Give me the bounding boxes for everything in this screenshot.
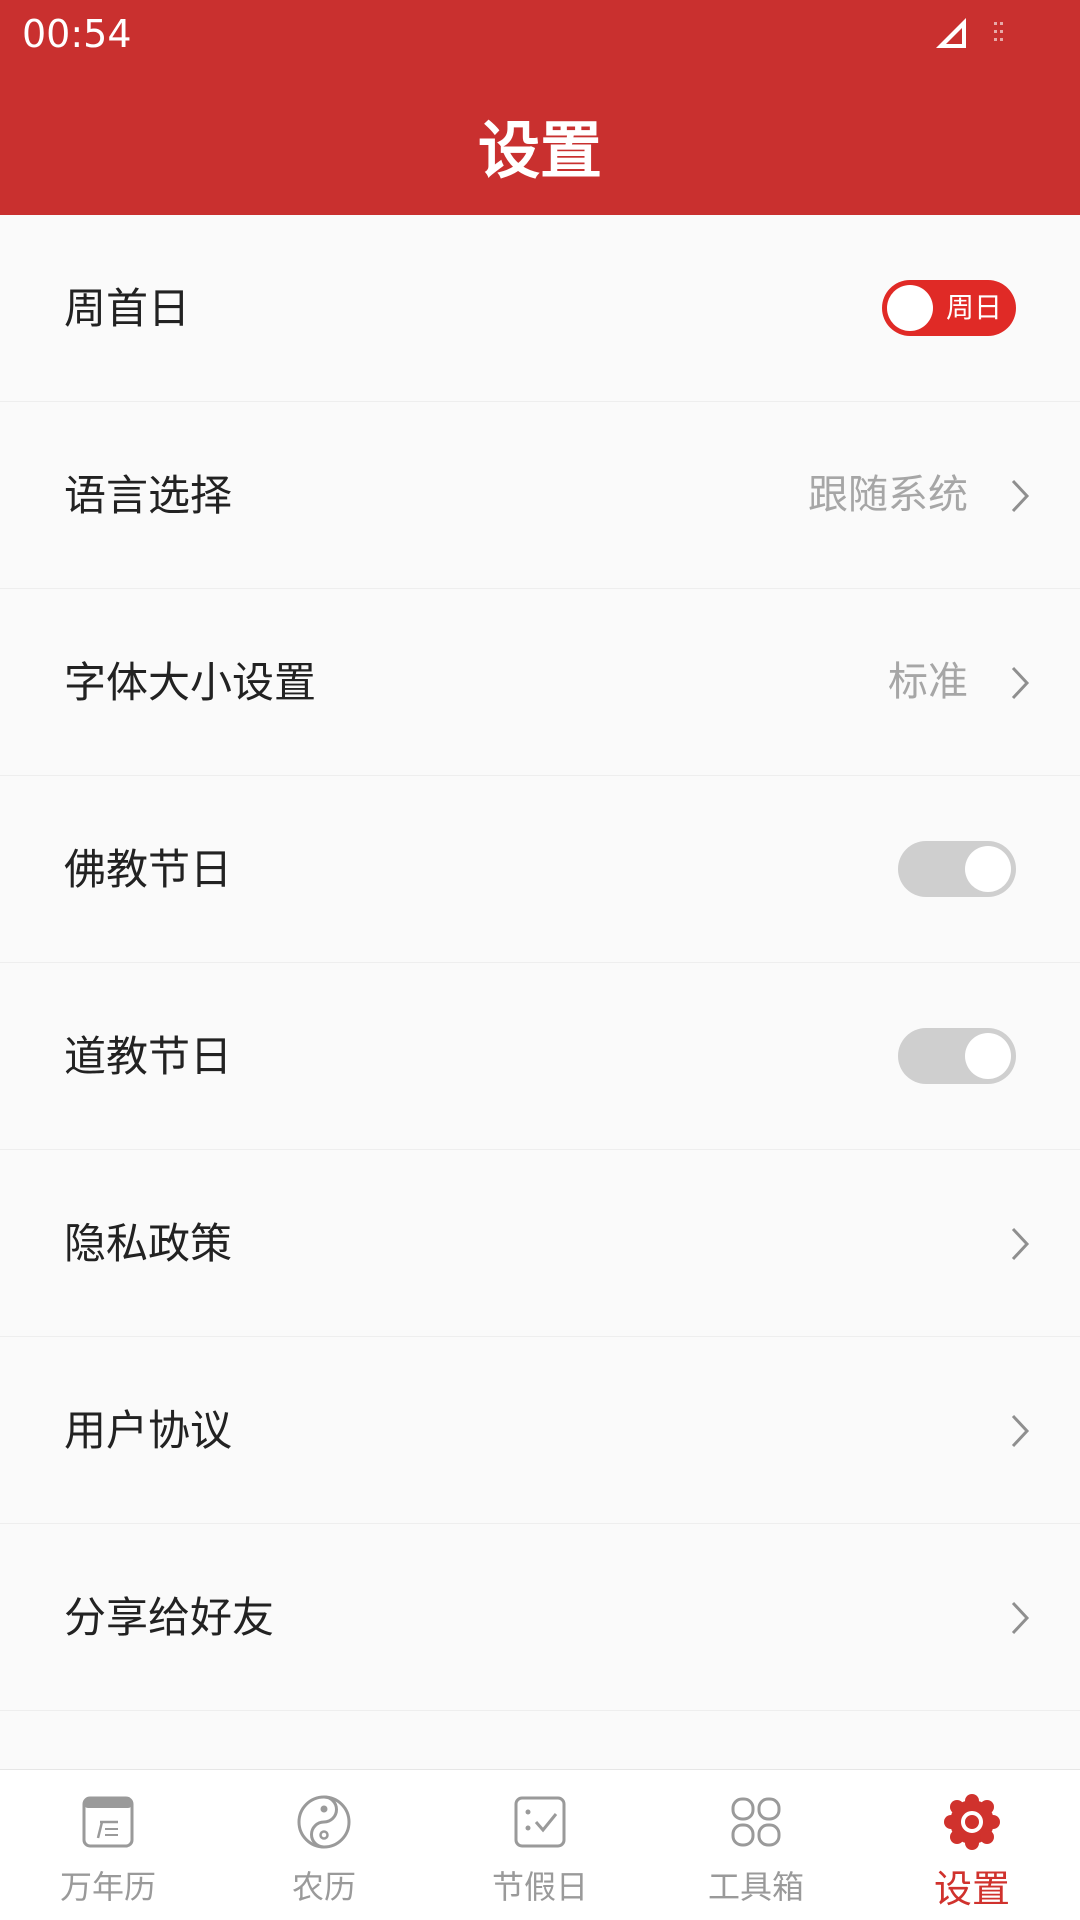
app-root: 00:54 设置 周首日 周日 语言选择 跟随系统 字体大小设置 标准 佛教节日… [0, 0, 1080, 1920]
chevron-right-icon [1011, 1414, 1030, 1448]
calendar-icon [82, 1796, 134, 1848]
setting-label: 隐私政策 [64, 1219, 233, 1268]
nav-item-calendar[interactable]: 万年历 [0, 1770, 216, 1920]
nav-item-lunar[interactable]: 农历 [216, 1770, 432, 1920]
holiday-check-icon [514, 1796, 566, 1848]
header-bar: 00:54 设置 [0, 0, 1080, 215]
nav-label: 工具箱 [707, 1868, 804, 1906]
setting-label: 周首日 [64, 284, 191, 333]
setting-privacy-policy[interactable]: 隐私政策 [0, 1150, 1080, 1337]
status-indicator-icon [994, 22, 1003, 41]
toggle-knob [965, 846, 1011, 892]
bottom-nav: 万年历 农历 节假日 工具箱 设置 [0, 1769, 1080, 1920]
setting-label: 道教节日 [64, 1032, 233, 1081]
chevron-right-icon [1011, 1601, 1030, 1635]
yin-yang-icon [297, 1795, 351, 1849]
nav-label: 节假日 [491, 1868, 588, 1906]
setting-value: 标准 [888, 659, 968, 705]
setting-label: 分享给好友 [64, 1593, 275, 1642]
week-start-toggle[interactable]: 周日 [882, 280, 1016, 336]
buddhist-festivals-toggle[interactable] [898, 841, 1016, 897]
toggle-knob [965, 1033, 1011, 1079]
setting-taoist-festivals[interactable]: 道教节日 [0, 963, 1080, 1150]
setting-week-start[interactable]: 周首日 周日 [0, 215, 1080, 402]
setting-font-size[interactable]: 字体大小设置 标准 [0, 589, 1080, 776]
setting-label: 字体大小设置 [64, 658, 317, 707]
nav-label: 设置 [933, 1867, 1010, 1911]
setting-label: 语言选择 [64, 471, 233, 520]
toggle-knob [887, 285, 933, 331]
taoist-festivals-toggle[interactable] [898, 1028, 1016, 1084]
nav-item-holidays[interactable]: 节假日 [432, 1770, 648, 1920]
nav-label: 农历 [291, 1868, 356, 1906]
toolbox-grid-icon [731, 1797, 781, 1847]
chevron-right-icon [1011, 1227, 1030, 1261]
setting-language[interactable]: 语言选择 跟随系统 [0, 402, 1080, 589]
nav-item-toolbox[interactable]: 工具箱 [648, 1770, 864, 1920]
chevron-right-icon [1011, 666, 1030, 700]
setting-user-agreement[interactable]: 用户协议 [0, 1337, 1080, 1524]
nav-label: 万年历 [59, 1868, 156, 1906]
setting-buddhist-festivals[interactable]: 佛教节日 [0, 776, 1080, 963]
toggle-text: 周日 [945, 291, 1002, 324]
settings-list: 周首日 周日 语言选择 跟随系统 字体大小设置 标准 佛教节日 道教节日 隐私政… [0, 215, 1080, 1711]
chevron-right-icon [1011, 479, 1030, 513]
setting-share[interactable]: 分享给好友 [0, 1524, 1080, 1711]
setting-label: 佛教节日 [64, 845, 233, 894]
setting-value: 跟随系统 [808, 472, 968, 518]
setting-label: 用户协议 [64, 1406, 233, 1455]
settings-gear-icon [944, 1794, 1000, 1850]
nav-item-settings[interactable]: 设置 [864, 1770, 1080, 1920]
page-title: 设置 [477, 114, 602, 187]
signal-icon [936, 18, 966, 48]
status-time: 00:54 [22, 12, 132, 56]
